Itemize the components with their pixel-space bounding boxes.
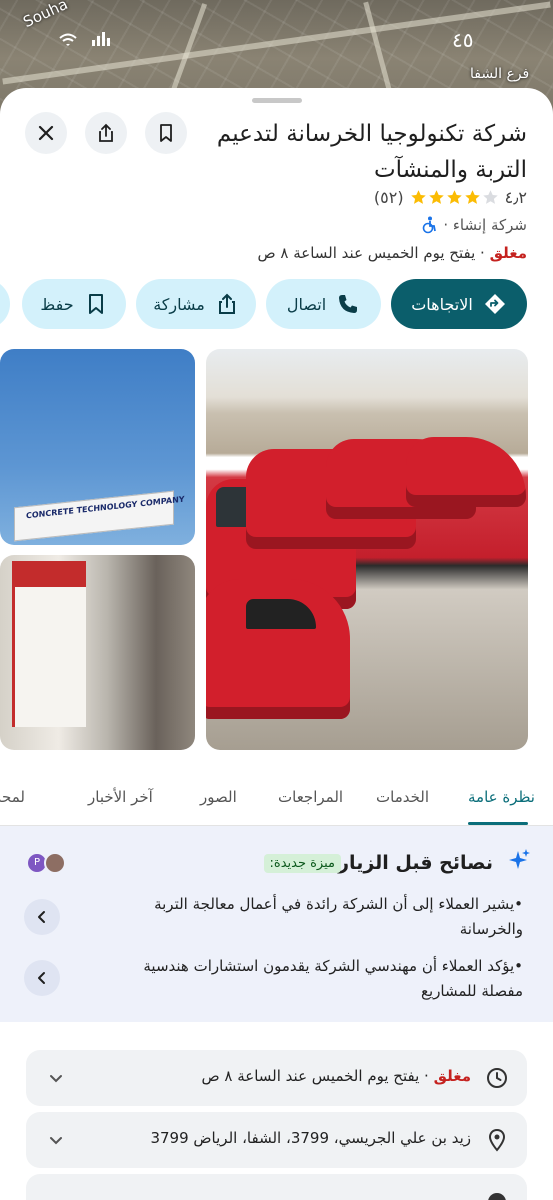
photo-storefront-cars[interactable] bbox=[206, 349, 528, 750]
rating-value: ٤٫٢ bbox=[504, 188, 527, 207]
location-pin-icon bbox=[488, 1128, 506, 1152]
status-icons bbox=[56, 28, 126, 53]
close-button[interactable] bbox=[25, 112, 67, 154]
tip-item-2: •يؤكد العملاء أن مهندسي الشركة يقدمون اس… bbox=[143, 957, 523, 1000]
save-label: حفظ bbox=[40, 294, 74, 314]
hours-detail: · يفتح يوم الخميس عند الساعة ٨ ص bbox=[201, 1067, 429, 1085]
closed-status: مغلق bbox=[489, 244, 527, 262]
star-icon bbox=[410, 190, 426, 204]
contributor-avatars: P bbox=[26, 852, 72, 876]
tips-title: نصائح قبل الزيارة bbox=[326, 852, 493, 874]
star-icon bbox=[428, 190, 444, 204]
tab-about[interactable]: لمحة bbox=[0, 788, 25, 806]
tab-overview[interactable]: نظرة عامة bbox=[468, 788, 535, 806]
avatar bbox=[44, 852, 66, 874]
address-row[interactable]: زيد بن علي الجريسي، 3799، الشفا، الرياض … bbox=[26, 1112, 527, 1168]
tab-news[interactable]: آخر الأخبار bbox=[88, 788, 153, 806]
photo-company-sign[interactable]: CONCRETE TECHNOLOGY COMPANY bbox=[0, 349, 195, 545]
share-icon bbox=[99, 123, 113, 142]
hours-row[interactable]: مغلق · يفتح يوم الخميس عند الساعة ٨ ص bbox=[26, 1050, 527, 1106]
review-count: (٥٢) bbox=[373, 188, 404, 207]
status-time: ٤٥ bbox=[452, 28, 474, 52]
wheelchair-icon bbox=[423, 216, 437, 234]
save-button[interactable]: حفظ bbox=[22, 279, 126, 329]
call-button[interactable]: اتصال bbox=[266, 279, 381, 329]
chevron-down-icon bbox=[50, 1137, 62, 1145]
tip-expand-button-2[interactable] bbox=[24, 960, 60, 996]
bookmark-chip-icon bbox=[88, 294, 103, 314]
chevron-left-icon bbox=[38, 972, 45, 984]
new-feature-badge: ميزة جديدة: bbox=[263, 854, 341, 873]
sparkle-icon bbox=[509, 849, 530, 869]
action-chips: الاتجاهات اتصال مشاركة حفظ bbox=[0, 279, 553, 329]
chevron-down-icon bbox=[50, 1075, 62, 1083]
wifi-signal-icon bbox=[59, 32, 110, 46]
tab-services[interactable]: الخدمات bbox=[376, 788, 429, 806]
share-chip-icon bbox=[218, 293, 235, 314]
directions-icon bbox=[484, 294, 505, 314]
hours-text: مغلق · يفتح يوم الخميس عند الساعة ٨ ص bbox=[202, 1067, 472, 1085]
place-sheet: شركة تكنولوجيا الخرسانة لتدعيم التربة وا… bbox=[0, 88, 553, 1200]
globe-icon bbox=[488, 1193, 506, 1200]
share-label: مشاركة bbox=[153, 294, 205, 314]
tabs-bar: نظرة عامة الخدمات المراجعات الصور آخر ال… bbox=[0, 778, 553, 826]
tip-expand-button-1[interactable] bbox=[24, 899, 60, 935]
photo-office-interior[interactable] bbox=[0, 555, 195, 750]
more-actions-chip[interactable] bbox=[0, 279, 10, 329]
star-icon bbox=[446, 190, 462, 204]
save-top-button[interactable] bbox=[145, 112, 187, 154]
clock-icon bbox=[487, 1068, 507, 1088]
active-tab-indicator bbox=[468, 822, 528, 825]
next-info-row[interactable] bbox=[26, 1174, 527, 1200]
car bbox=[406, 437, 526, 507]
share-top-button[interactable] bbox=[85, 112, 127, 154]
category-row: شركة إنشاء · bbox=[421, 216, 527, 234]
call-label: اتصال bbox=[286, 294, 327, 314]
tab-photos[interactable]: الصور bbox=[200, 788, 237, 806]
place-title: شركة تكنولوجيا الخرسانة لتدعيم التربة وا… bbox=[216, 121, 527, 183]
rating-stars bbox=[410, 189, 499, 206]
star-icon bbox=[464, 190, 480, 204]
address-text: زيد بن علي الجريسي، 3799، الشفا، الرياض … bbox=[150, 1129, 471, 1147]
bookmark-icon bbox=[160, 124, 172, 142]
star-icon bbox=[482, 190, 498, 204]
hours-summary[interactable]: مغلق · يفتح يوم الخميس عند الساعة ٨ ص bbox=[258, 244, 528, 262]
rating-row[interactable]: ٤٫٢ (٥٢) bbox=[374, 188, 527, 207]
drag-handle[interactable] bbox=[252, 98, 302, 103]
hours-closed: مغلق bbox=[433, 1067, 471, 1085]
tip-item-1: •يشير العملاء إلى أن الشركة رائدة في أعم… bbox=[154, 895, 523, 938]
directions-button[interactable]: الاتجاهات bbox=[391, 279, 527, 329]
phone-icon bbox=[339, 295, 358, 313]
chevron-left-icon bbox=[38, 911, 45, 923]
directions-label: الاتجاهات bbox=[411, 294, 473, 314]
banner-header bbox=[12, 561, 86, 587]
status-bar: ٤٥ bbox=[0, 0, 553, 60]
place-category: شركة إنشاء · bbox=[443, 216, 527, 234]
opening-time: · يفتح يوم الخميس عند الساعة ٨ ص bbox=[257, 244, 485, 262]
tab-reviews[interactable]: المراجعات bbox=[278, 788, 343, 806]
share-button[interactable]: مشاركة bbox=[136, 279, 256, 329]
visit-tips-card: نصائح قبل الزيارة ميزة جديدة: P •يشير ال… bbox=[0, 826, 553, 1022]
map-label-right: فرع الشفا bbox=[470, 66, 530, 82]
close-icon bbox=[38, 125, 54, 141]
